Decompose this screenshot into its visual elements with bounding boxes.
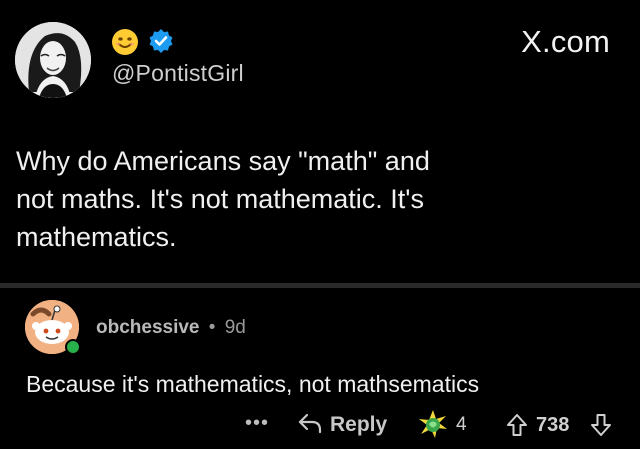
reply-button[interactable]: Reply bbox=[297, 411, 387, 439]
commenter-username[interactable]: obchessive bbox=[96, 317, 200, 338]
comment: obchessive • 9d Because it's mathematics… bbox=[0, 288, 640, 449]
tweet-line: Why do Americans say "math" and bbox=[16, 146, 430, 176]
smiling-face-icon bbox=[111, 28, 139, 56]
reply-label: Reply bbox=[330, 413, 388, 436]
site-label: X.com bbox=[521, 24, 610, 59]
meta-separator: • bbox=[208, 317, 216, 338]
comment-age: 9d bbox=[224, 317, 246, 338]
vote-score: 738 bbox=[536, 414, 570, 436]
upvote-arrow-icon[interactable] bbox=[506, 413, 528, 437]
verified-badge-icon bbox=[148, 28, 174, 54]
downvote-arrow-icon[interactable] bbox=[590, 413, 612, 437]
online-status-indicator bbox=[65, 339, 81, 355]
profile-avatar[interactable] bbox=[15, 22, 91, 98]
tweet-line: not maths. It's not mathematic. It's bbox=[16, 184, 424, 214]
award-count: 4 bbox=[456, 414, 467, 435]
comment-actions: ••• Reply 4 738 bbox=[0, 405, 640, 445]
comment-text: Because it's mathematics, not mathsemati… bbox=[26, 371, 480, 397]
award-icon[interactable] bbox=[418, 409, 448, 439]
reply-arrow-icon bbox=[297, 411, 323, 440]
comment-meta: obchessive • 9d bbox=[96, 317, 246, 339]
tweet-line: mathematics. bbox=[16, 222, 177, 252]
user-handle[interactable]: @PontistGirl bbox=[112, 60, 244, 87]
tweet-card: @PontistGirl X.com Why do Americans say … bbox=[0, 0, 640, 283]
tweet-text: Why do Americans say "math" and not math… bbox=[16, 142, 576, 256]
more-options-button[interactable]: ••• bbox=[245, 412, 269, 435]
